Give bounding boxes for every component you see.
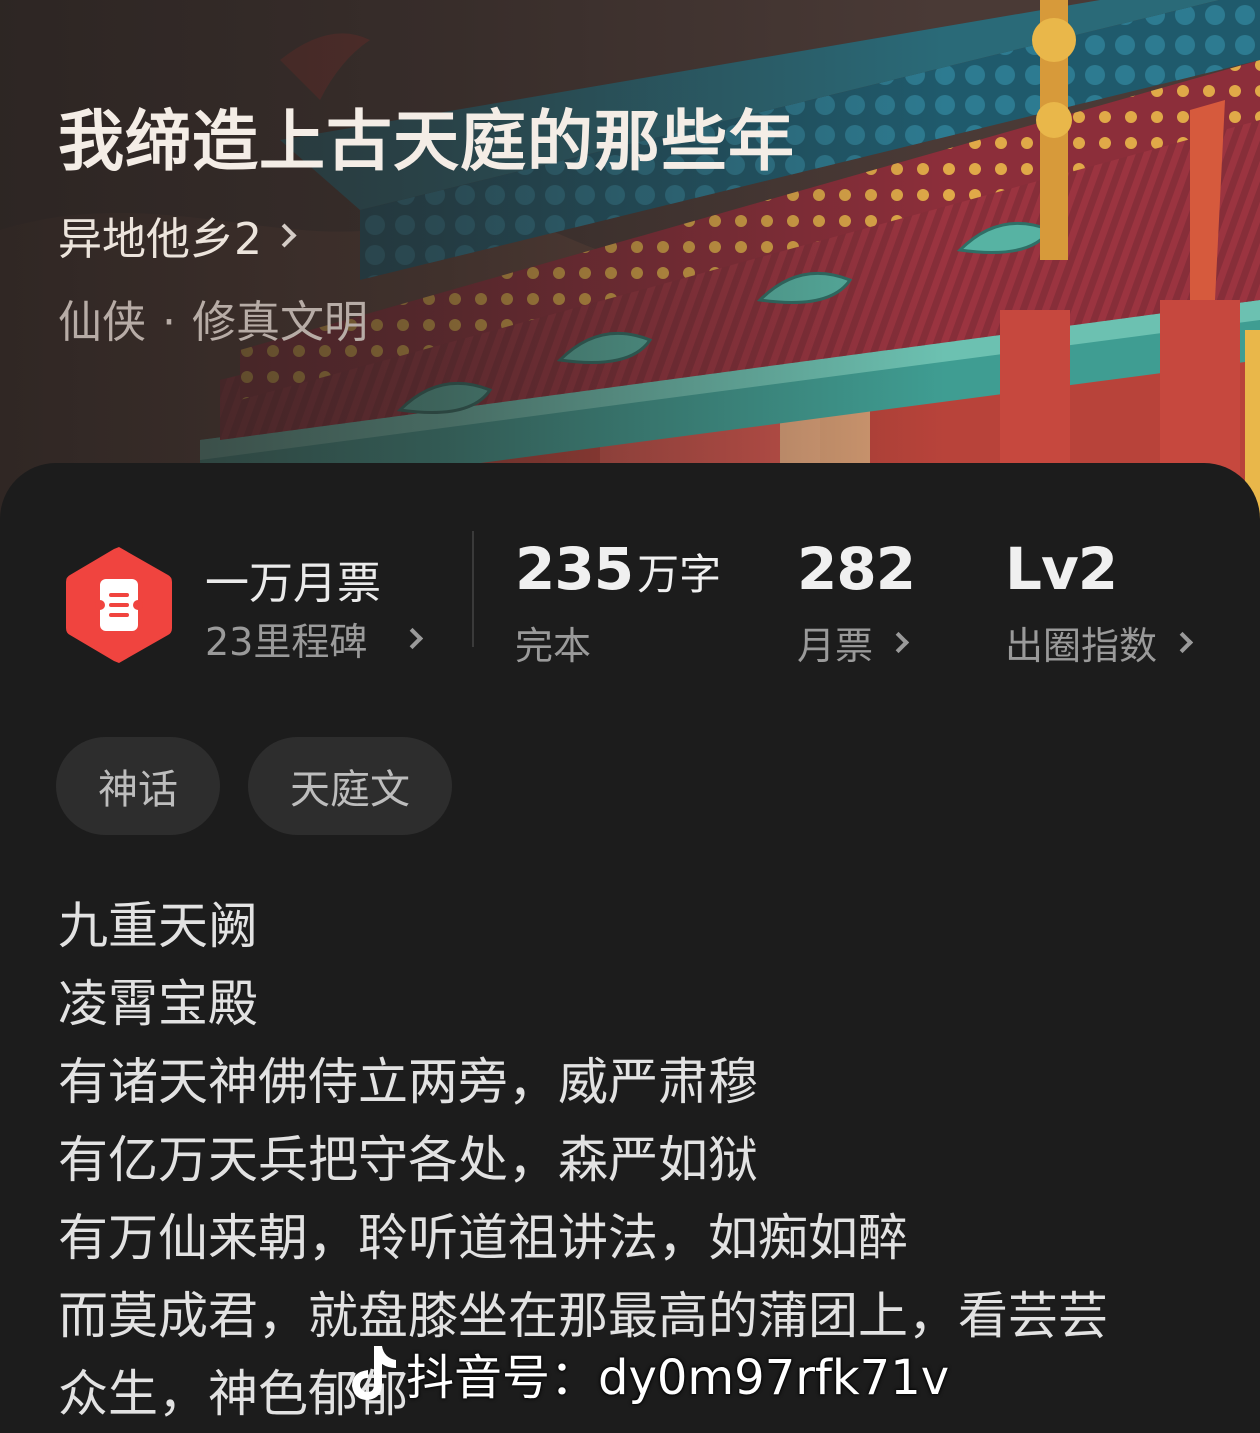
tag-chip[interactable]: 天庭文 xyxy=(248,737,452,835)
synopsis-line: 有亿万天兵把守各处，森严如狱 xyxy=(58,1131,758,1189)
genre-sub[interactable]: 修真文明 xyxy=(192,297,368,348)
ticket-badge-icon xyxy=(66,547,172,663)
popularity-index-label: 出圈指数 xyxy=(1005,624,1158,668)
chevron-right-icon xyxy=(402,627,424,650)
stats-row: 一万月票 23里程碑 235万字 完本 282 月票 Lv2 出圈指数 xyxy=(0,523,1260,693)
book-info-card: 一万月票 23里程碑 235万字 完本 282 月票 Lv2 出圈指数 神话 天… xyxy=(0,463,1260,1433)
synopsis-line: 九重天阙 xyxy=(58,897,258,955)
douyin-watermark: 抖音号：dy0m97rfk71v xyxy=(340,1338,949,1408)
tiktok-icon xyxy=(352,1346,396,1400)
genre-line: 仙侠 · 修真文明 xyxy=(58,286,368,350)
popularity-index-stat[interactable]: Lv2 出圈指数 xyxy=(1005,535,1194,670)
word-count-stat: 235万字 完本 xyxy=(515,535,721,670)
completion-status: 完本 xyxy=(515,624,592,668)
milestone-link[interactable]: 23里程碑 xyxy=(205,611,424,666)
chevron-right-icon xyxy=(887,631,910,654)
monthly-votes-label: 月票 xyxy=(797,624,874,668)
chevron-right-icon xyxy=(1171,631,1194,654)
genre-separator: · xyxy=(162,297,176,348)
genre-main[interactable]: 仙侠 xyxy=(58,297,146,348)
author-link[interactable]: 异地他乡2 xyxy=(58,203,297,267)
book-cover-header: 我缔造上古天庭的那些年 异地他乡2 仙侠 · 修真文明 xyxy=(0,0,1260,520)
book-title: 我缔造上古天庭的那些年 xyxy=(58,102,795,180)
synopsis-line: 凌霄宝殿 xyxy=(58,975,258,1033)
tag-chip[interactable]: 神话 xyxy=(56,737,220,835)
monthly-votes-value: 282 xyxy=(797,535,916,603)
word-count-number: 235 xyxy=(515,535,634,603)
author-name: 异地他乡2 xyxy=(58,214,262,265)
milestone-title: 一万月票 xyxy=(205,558,381,609)
word-count-unit: 万字 xyxy=(637,550,722,599)
monthly-votes-stat[interactable]: 282 月票 xyxy=(797,535,916,670)
tag-list: 神话 天庭文 xyxy=(56,737,452,835)
milestone-subtitle: 23里程碑 xyxy=(205,620,368,664)
watermark-text: 抖音号：dy0m97rfk71v xyxy=(406,1350,950,1406)
popularity-level-value: Lv2 xyxy=(1005,535,1118,603)
chevron-right-icon xyxy=(272,222,297,248)
synopsis-line: 有诸天神佛侍立两旁，威严肃穆 xyxy=(58,1053,758,1111)
stats-divider xyxy=(472,531,474,647)
synopsis-line: 有万仙来朝，聆听道祖讲法，如痴如醉 xyxy=(58,1209,908,1267)
